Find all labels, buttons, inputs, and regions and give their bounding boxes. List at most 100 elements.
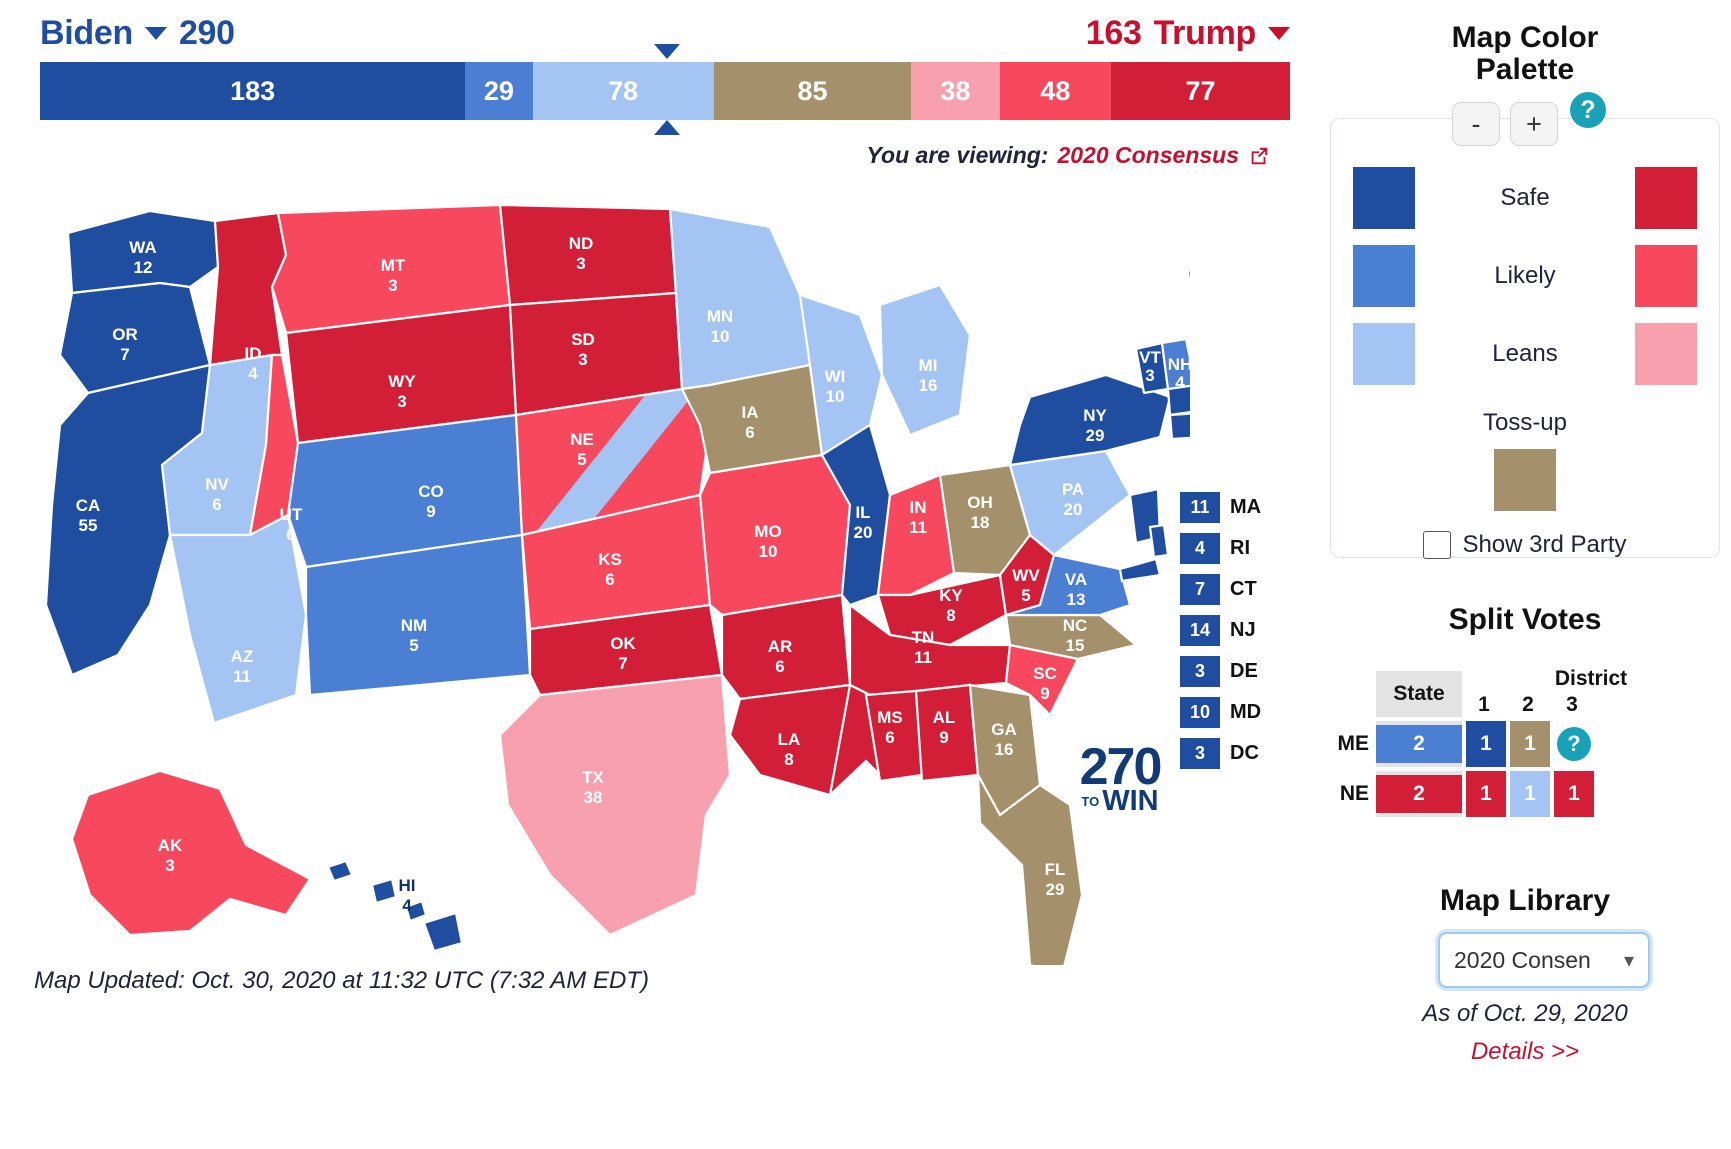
state-HI4 — [422, 911, 464, 953]
bar-segment-value: 183 — [230, 75, 276, 106]
district-word: District — [1554, 667, 1628, 690]
split-votes-rows: ME 2 1 1? NE 2 1 1 1 — [1334, 721, 1720, 817]
swatch-tossup[interactable] — [1494, 449, 1556, 511]
split-state-header: State — [1376, 671, 1462, 717]
sidebar: Map Color Palette - + ? Safe Likely Lean… — [1310, 0, 1731, 1149]
details-link[interactable]: Details >> — [1330, 1038, 1720, 1066]
viewing-line: You are viewing: 2020 Consensus — [867, 142, 1270, 169]
split-district-2-cell[interactable]: 1 — [1510, 721, 1550, 767]
external-link-icon[interactable] — [1248, 145, 1270, 167]
split-district-2-cell[interactable]: 1 — [1510, 771, 1550, 817]
caret-down-icon[interactable] — [1268, 27, 1290, 40]
bar-segment-value: 78 — [608, 75, 639, 106]
270towin-logo: 270 TO WIN — [1060, 738, 1180, 816]
bar-segment-value: 29 — [483, 75, 514, 106]
small-state-ev: 10 — [1180, 697, 1220, 728]
bar-segment-value: 85 — [797, 75, 828, 106]
split-district-header: District 1 2 3 — [1462, 667, 1720, 717]
caret-down-icon[interactable] — [144, 27, 167, 40]
palette-row-leans: Leans — [1331, 323, 1719, 385]
us-electoral-map[interactable]: WA 12 OR 7 CA 55 NV 6 ID 4 MT 3 WY 3 UT 6 AZ 11 C… — [10, 175, 1190, 965]
small-state-ev: 4 — [1180, 533, 1220, 564]
split-district-1-cell[interactable]: 1 — [1466, 771, 1506, 817]
split-votes-help-button[interactable]: ? — [1557, 727, 1591, 761]
show-3rd-party-checkbox[interactable] — [1423, 531, 1452, 559]
split-district-1-cell[interactable]: 1 — [1466, 721, 1506, 767]
split-district-3-cell[interactable]: 1 — [1554, 771, 1594, 817]
split-votes-title: Split Votes — [1448, 603, 1602, 636]
show-3rd-party-row[interactable]: Show 3rd Party — [1331, 531, 1719, 559]
small-state-abbr: MD — [1230, 701, 1262, 723]
small-state-row[interactable]: 11 MA — [1180, 492, 1305, 523]
state-HI1 — [326, 859, 354, 883]
palette-label-safe: Safe — [1500, 184, 1550, 211]
state-WA — [66, 209, 220, 295]
palette-help-button[interactable]: ? — [1570, 92, 1606, 128]
split-state-cell[interactable]: 2 — [1376, 721, 1462, 767]
small-state-row[interactable]: 4 RI — [1180, 533, 1305, 564]
state-ME — [1186, 269, 1190, 298]
palette-title-line1: Map Color — [1451, 21, 1599, 54]
electoral-vote-bar[interactable]: 183 29 78 85 38 48 77 — [40, 62, 1291, 120]
biden-total-group[interactable]: Biden 290 — [40, 14, 235, 53]
logo-number: 270 — [1079, 738, 1163, 796]
small-state-abbr: MA — [1230, 496, 1262, 518]
viewing-map-name[interactable]: 2020 Consensus — [1057, 142, 1239, 169]
state-AZ — [168, 513, 308, 725]
palette-increase-button[interactable]: + — [1510, 102, 1558, 146]
small-state-row[interactable]: 3 DC — [1180, 738, 1305, 769]
swatch-safe-dem[interactable] — [1353, 167, 1415, 229]
small-state-row[interactable]: 7 CT — [1180, 574, 1305, 605]
state-TX — [498, 673, 732, 937]
bar-segment-safe-trump[interactable]: 77 — [1111, 62, 1291, 120]
map-library-title: Map Library — [1439, 884, 1611, 917]
bar-segment-safe-biden[interactable]: 183 — [40, 62, 466, 120]
bar-segment-leans-trump[interactable]: 38 — [911, 62, 1000, 120]
viewing-label: You are viewing: — [866, 142, 1049, 168]
palette-decrease-button[interactable]: - — [1452, 102, 1500, 146]
swatch-leans-rep[interactable] — [1635, 323, 1697, 385]
state-NH — [1160, 337, 1190, 391]
state-MO — [698, 453, 852, 617]
swatch-likely-rep[interactable] — [1635, 245, 1697, 307]
bar-segment-likely-trump[interactable]: 48 — [999, 62, 1112, 120]
map-color-palette-title: Map Color Palette — [1330, 22, 1720, 86]
bar-segment-likely-biden[interactable]: 29 — [465, 62, 533, 120]
district-number: 1 — [1478, 693, 1490, 716]
small-state-abbr: DC — [1230, 742, 1259, 764]
palette-label-leans: Leans — [1492, 340, 1558, 367]
majority-marker-bottom-icon — [654, 120, 681, 135]
district-number: 3 — [1566, 693, 1578, 716]
state-MD — [1118, 557, 1162, 583]
bar-segment-toss-up[interactable]: 85 — [713, 62, 912, 120]
bar-segment-value: 38 — [940, 75, 971, 106]
swatch-safe-rep[interactable] — [1635, 167, 1697, 229]
swatch-likely-dem[interactable] — [1353, 245, 1415, 307]
biden-name: Biden — [40, 14, 133, 52]
palette-title-line2: Palette — [1475, 52, 1575, 86]
split-state-cell[interactable]: 2 — [1376, 771, 1462, 817]
state-CTsm — [1168, 412, 1190, 441]
district-number: 2 — [1522, 693, 1534, 716]
split-votes-row-ne: NE 2 1 1 1 — [1334, 771, 1720, 817]
biden-electoral-votes: 290 — [178, 14, 235, 52]
palette-label-likely: Likely — [1494, 262, 1556, 289]
map-panel: Biden 290 163 Trump 183 29 78 85 38 48 77 You … — [0, 0, 1310, 1149]
bar-segment-leans-biden[interactable]: 78 — [532, 62, 714, 120]
split-votes-row-me: ME 2 1 1? — [1334, 721, 1720, 767]
palette-row-safe: Safe — [1331, 167, 1719, 229]
trump-electoral-votes: 163 — [1085, 14, 1142, 52]
small-state-row[interactable]: 10 MD — [1180, 697, 1305, 728]
map-library-select[interactable]: 2020 Consen ▾ — [1438, 932, 1650, 988]
question-mark-icon[interactable]: ? — [1570, 92, 1606, 128]
trump-total-group[interactable]: 163 Trump — [1086, 14, 1290, 53]
state-HI2 — [370, 877, 398, 905]
state-DE — [1148, 523, 1170, 559]
small-state-row[interactable]: 3 DE — [1180, 656, 1305, 687]
small-state-row[interactable]: 14 NJ — [1180, 615, 1305, 646]
bar-segment-value: 48 — [1040, 75, 1071, 106]
trump-name: Trump — [1153, 14, 1257, 52]
small-state-abbr: CT — [1230, 578, 1257, 600]
swatch-leans-dem[interactable] — [1353, 323, 1415, 385]
small-states-legend: 11 MA 4 RI 7 CT 14 NJ 3 DE 10 MD 3 DC — [1180, 492, 1305, 779]
